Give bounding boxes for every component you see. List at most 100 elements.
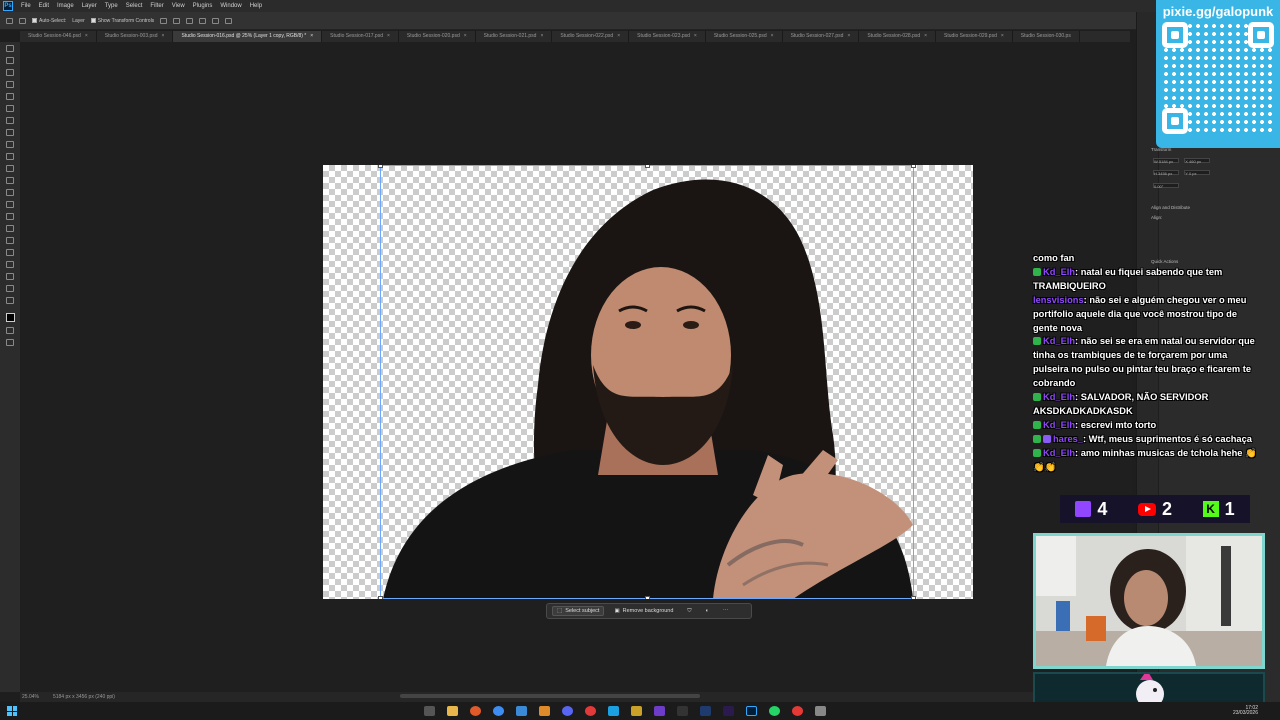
tab-document[interactable]: Studio Session-017.psd ×	[322, 31, 399, 42]
menu-filter[interactable]: Filter	[146, 3, 167, 9]
lasso-tool-icon[interactable]	[6, 69, 14, 76]
screen-mode-icon[interactable]	[6, 339, 14, 346]
y-field[interactable]: Y 0 px	[1184, 170, 1211, 176]
tab-document-active[interactable]: Studio Session-016.psd @ 25% (Layer 1 co…	[173, 31, 323, 42]
document-workspace[interactable]: ⬚ Select subject ▣ Remove background ⛉ ◐ ⋯	[20, 42, 1132, 692]
history-brush-tool-icon[interactable]	[6, 165, 14, 172]
layer-dropdown[interactable]: Layer	[72, 18, 85, 24]
photoshop-taskbar-icon[interactable]	[746, 706, 757, 716]
more-icon[interactable]: ⋯	[719, 607, 733, 615]
select-subject-button[interactable]: ⬚ Select subject	[552, 606, 605, 616]
eyedropper-tool-icon[interactable]	[6, 117, 14, 124]
move-tool-icon[interactable]	[19, 17, 26, 24]
remove-background-button[interactable]: ▣ Remove background	[610, 607, 677, 615]
close-icon[interactable]: ×	[540, 33, 543, 40]
gradient-tool-icon[interactable]	[6, 189, 14, 196]
close-icon[interactable]: ×	[617, 33, 620, 40]
edge-icon[interactable]	[608, 706, 619, 716]
menu-layer[interactable]: Layer	[78, 3, 101, 9]
close-icon[interactable]: ×	[162, 33, 165, 40]
tab-document[interactable]: Studio Session-029.psd ×	[936, 31, 1013, 42]
blender-icon[interactable]	[539, 706, 550, 716]
close-icon[interactable]: ×	[924, 33, 927, 40]
crop-tool-icon[interactable]	[6, 93, 14, 100]
notes-icon[interactable]	[631, 706, 642, 716]
more-options-icon[interactable]	[212, 17, 220, 24]
show-transform-option[interactable]: Show Transform Controls	[90, 18, 154, 24]
blur-tool-icon[interactable]	[6, 201, 14, 208]
menu-window[interactable]: Window	[216, 3, 245, 9]
tab-document[interactable]: Studio Session-023.psd ×	[629, 31, 706, 42]
transform-handle[interactable]	[911, 596, 916, 599]
align-right-icon[interactable]	[186, 17, 194, 24]
adjust-icon[interactable]: ◐	[702, 607, 713, 615]
document-canvas[interactable]	[323, 165, 973, 599]
tab-document[interactable]: Studio Session-025.psd ×	[706, 31, 783, 42]
menu-image[interactable]: Image	[53, 3, 78, 9]
align-left-icon[interactable]	[160, 17, 168, 24]
vscode-icon[interactable]	[516, 706, 527, 716]
close-icon[interactable]: ×	[310, 33, 313, 40]
frame-tool-icon[interactable]	[6, 105, 14, 112]
opera-icon[interactable]	[585, 706, 596, 716]
transform-handle[interactable]	[378, 165, 383, 168]
clone-stamp-tool-icon[interactable]	[6, 153, 14, 160]
home-icon[interactable]	[6, 17, 13, 24]
close-icon[interactable]: ×	[771, 33, 774, 40]
menu-type[interactable]: Type	[101, 3, 122, 9]
foreground-color-swatch[interactable]	[5, 313, 15, 322]
transform-handle[interactable]	[645, 165, 650, 168]
type-tool-icon[interactable]	[6, 237, 14, 244]
taskbar-clock[interactable]: 17:02 23/03/2026	[1233, 706, 1258, 716]
zoom-tool-icon[interactable]	[6, 285, 14, 292]
quick-mask-icon[interactable]	[6, 327, 14, 334]
record-icon[interactable]	[792, 706, 803, 716]
close-icon[interactable]: ×	[464, 33, 467, 40]
tab-document[interactable]: Studio Session-021.psd ×	[476, 31, 553, 42]
path-select-tool-icon[interactable]	[6, 249, 14, 256]
distribute-icon[interactable]	[199, 17, 207, 24]
zoom-level[interactable]: 25.04%	[22, 694, 39, 700]
rectangle-tool-icon[interactable]	[6, 261, 14, 268]
marquee-tool-icon[interactable]	[6, 57, 14, 64]
transform-handle[interactable]	[378, 596, 383, 599]
terminal-icon[interactable]	[677, 706, 688, 716]
menu-file[interactable]: File	[17, 3, 35, 9]
premiere-icon[interactable]	[723, 706, 734, 716]
height-field[interactable]: H 3456 px	[1153, 170, 1179, 176]
angle-field[interactable]: 0.00°	[1153, 183, 1179, 189]
tab-document[interactable]: Studio Session-020.psd ×	[399, 31, 476, 42]
menu-help[interactable]: Help	[246, 3, 266, 9]
windows-start-icon[interactable]	[7, 706, 17, 716]
close-icon[interactable]: ×	[387, 33, 390, 40]
auto-select-checkbox[interactable]	[32, 18, 37, 23]
discord-icon[interactable]	[562, 706, 573, 716]
close-icon[interactable]: ×	[847, 33, 850, 40]
tab-document[interactable]: Studio Session-022.psd ×	[552, 31, 630, 42]
width-field[interactable]: W 5184 px	[1153, 158, 1179, 164]
after-effects-icon[interactable]	[700, 706, 711, 716]
x-field[interactable]: X 460 px	[1184, 158, 1211, 164]
settings-gear-icon[interactable]	[815, 706, 826, 716]
healing-brush-tool-icon[interactable]	[6, 129, 14, 136]
brush-tool-icon[interactable]	[6, 141, 14, 148]
close-icon[interactable]: ×	[1001, 33, 1004, 40]
dodge-tool-icon[interactable]	[6, 213, 14, 220]
horizontal-scrollbar[interactable]	[400, 694, 700, 698]
chrome-icon[interactable]	[493, 706, 504, 716]
task-view-icon[interactable]	[424, 706, 435, 716]
menu-select[interactable]: Select	[122, 3, 147, 9]
eraser-tool-icon[interactable]	[6, 177, 14, 184]
tab-document[interactable]: Studio Session-028.psd ×	[859, 31, 937, 42]
pen-tool-icon[interactable]	[6, 225, 14, 232]
obs-icon[interactable]	[654, 706, 665, 716]
firefox-icon[interactable]	[470, 706, 481, 716]
settings-gear-icon[interactable]	[225, 17, 233, 24]
transform-handle[interactable]	[645, 596, 650, 599]
whatsapp-icon[interactable]	[769, 706, 780, 716]
transform-handle[interactable]	[911, 165, 916, 168]
tab-document[interactable]: Studio Session-030.ps	[1013, 31, 1080, 42]
more-tools-icon[interactable]	[6, 297, 14, 304]
tab-document[interactable]: Studio Session-027.psd ×	[783, 31, 860, 42]
hand-tool-icon[interactable]	[6, 273, 14, 280]
